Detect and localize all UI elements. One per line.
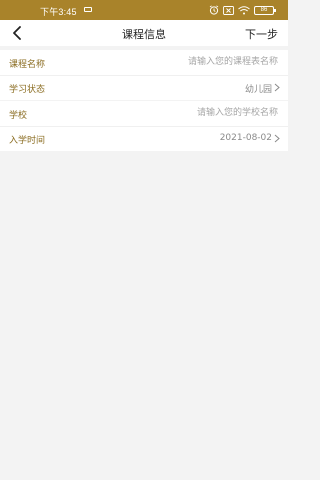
form-group-school: 学校 入学时间 2021-08-02 [0, 101, 288, 151]
status-time: 下午3:45 [40, 7, 77, 17]
nav-bar: 课程信息 下一步 [0, 20, 288, 46]
school-row: 学校 [0, 101, 288, 126]
study-status-value: 幼儿园 [244, 85, 272, 95]
school-label: 学校 [9, 111, 28, 121]
wifi-icon [238, 5, 250, 14]
course-name-input[interactable] [118, 55, 278, 69]
status-icons: 86 [209, 4, 276, 16]
next-step-button[interactable]: 下一步 [245, 26, 278, 42]
course-name-row: 课程名称 [0, 50, 288, 75]
message-icon [84, 7, 92, 12]
enroll-time-row[interactable]: 入学时间 2021-08-02 [0, 126, 288, 151]
study-status-label: 学习状态 [9, 85, 46, 95]
enroll-time-value: 2021-08-02 [219, 133, 272, 143]
study-status-row[interactable]: 学习状态 幼儿园 [0, 75, 288, 100]
chevron-right-icon [274, 83, 280, 92]
course-name-label: 课程名称 [9, 60, 46, 70]
battery-icon: 86 [254, 5, 276, 15]
status-bar: 下午3:45 86 [0, 0, 288, 20]
chevron-right-icon [274, 134, 280, 143]
sim-x-icon [223, 5, 234, 15]
form-group-course: 课程名称 学习状态 幼儿园 [0, 50, 288, 100]
alarm-icon [209, 5, 219, 15]
school-input[interactable] [118, 106, 278, 120]
enroll-time-label: 入学时间 [9, 136, 46, 146]
